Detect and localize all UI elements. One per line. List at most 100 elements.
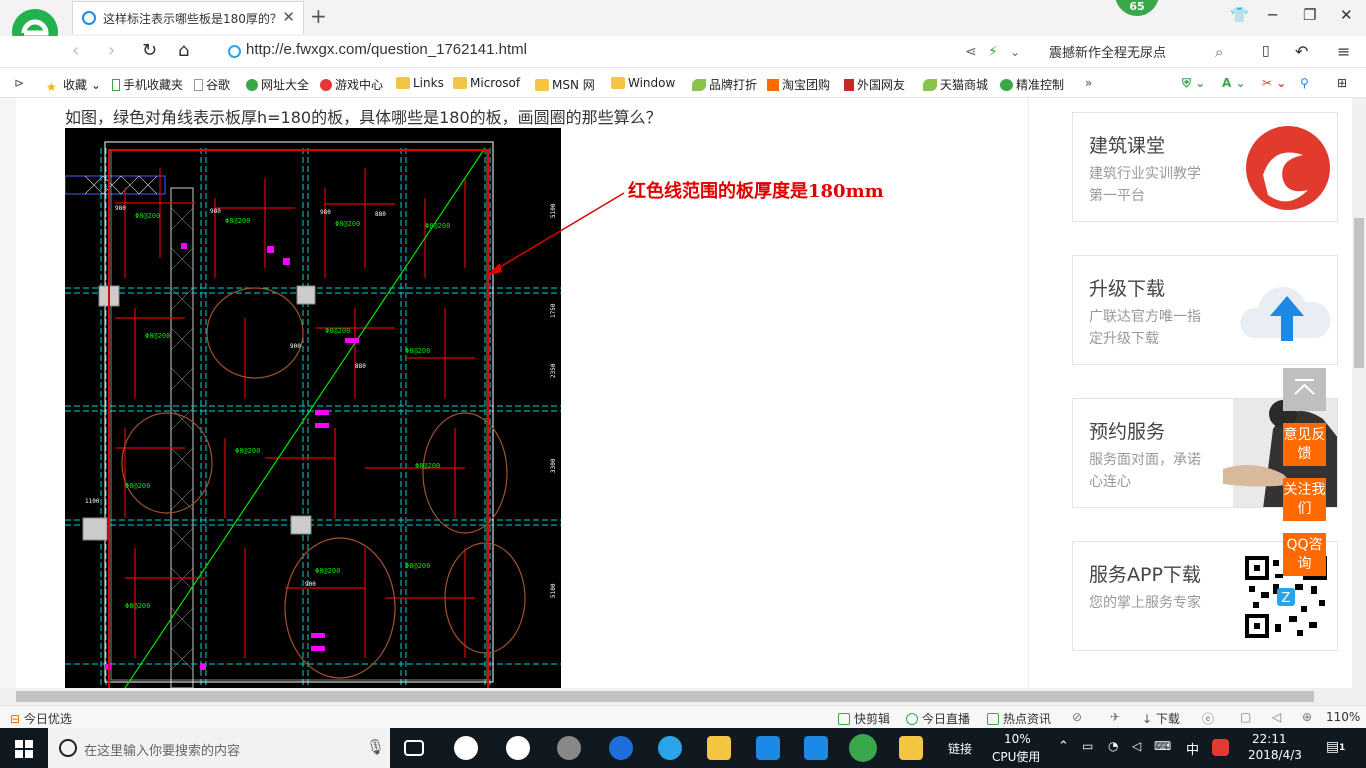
internet-explorer-icon[interactable] [658, 736, 682, 760]
bookmark-item[interactable]: 精准控制 [1000, 76, 1064, 93]
search-suggestion[interactable]: 震撼新作全程无尿点 [1049, 42, 1166, 61]
live-today-item[interactable]: 今日直播 [906, 710, 970, 727]
card-subtitle: 您的掌上服务专家 [1089, 595, 1201, 611]
active-browser-icon[interactable] [849, 734, 877, 762]
scissors-icon[interactable]: ✂ ⌄ [1262, 76, 1286, 90]
notification-count: 1 [1339, 743, 1346, 753]
url-field[interactable]: http://e.fwxgx.com/question_1762141.html [246, 41, 527, 58]
close-window-button[interactable]: ✕ [1340, 6, 1353, 24]
bookmark-item[interactable]: Window [611, 76, 675, 90]
horizontal-scroll-thumb[interactable] [16, 691, 1314, 702]
globe-icon [246, 79, 258, 91]
keyboard-icon[interactable]: ⌨ [1154, 739, 1171, 753]
vertical-scroll-thumb[interactable] [1354, 218, 1364, 368]
chevron-up-icon[interactable]: ⌃ [1058, 739, 1069, 754]
tab-favicon-icon [82, 11, 96, 25]
notification-badge[interactable]: 65 [1115, 0, 1159, 16]
ime-indicator[interactable]: 中 [1186, 739, 1199, 758]
windows-start-icon[interactable] [15, 740, 33, 758]
home-icon[interactable]: ⌂ [178, 40, 189, 61]
window-icon[interactable]: ▢ [1240, 710, 1251, 724]
clock-time[interactable]: 22:11 [1252, 732, 1287, 746]
more-bookmarks-icon[interactable]: » [1085, 76, 1092, 90]
brand-logo-icon [1246, 126, 1330, 210]
feedback-button[interactable]: 意见反馈 [1283, 423, 1326, 466]
bookmark-item[interactable]: 淘宝团购 [767, 76, 830, 93]
downloads-item[interactable]: ↓ 下载 [1142, 710, 1180, 727]
sogou-ime-icon[interactable] [1212, 739, 1229, 756]
wechat-icon [1000, 79, 1013, 91]
lightning-icon[interactable]: ⚡ [988, 44, 998, 60]
translate-icon[interactable]: A ⌄ [1222, 76, 1246, 90]
sidebar-toggle-icon[interactable]: ⊳ [14, 76, 24, 90]
forward-icon[interactable]: › [108, 40, 115, 61]
action-center-icon[interactable]: ▤ [1326, 739, 1339, 755]
quick-edit-item[interactable]: 快剪辑 [838, 710, 890, 727]
horizontal-scrollbar[interactable] [0, 688, 1352, 705]
clock-date[interactable]: 2018/4/3 [1248, 748, 1302, 762]
active-tab[interactable]: 这样标注表示哪些板是180厚的？ ✕ [72, 1, 304, 34]
undo-icon[interactable]: ↶ [1295, 42, 1308, 61]
bookmark-item[interactable]: MSN 网 [535, 76, 595, 93]
speaker-icon[interactable]: ◁ [1132, 739, 1141, 753]
phone-icon [112, 79, 120, 91]
edge-icon[interactable] [609, 736, 633, 760]
battery-icon[interactable]: ▭ [1082, 739, 1093, 753]
status-bar: ⊟ 今日优选 快剪辑 今日直播 热点资讯 ⊘ ✈ ↓ 下载 ⓔ ▢ ◁ ⊕ 11… [0, 705, 1366, 728]
bookmark-item[interactable]: 手机收藏夹 [112, 76, 183, 93]
zoom-level[interactable]: 110% [1326, 710, 1360, 724]
chevron-down-icon[interactable]: ⌄ [1010, 45, 1020, 59]
site-security-icon[interactable] [228, 45, 241, 58]
card-title: 升级下载 [1089, 278, 1166, 300]
follow-us-button[interactable]: 关注我们 [1283, 478, 1326, 521]
wifi-icon[interactable]: ◔ [1108, 739, 1118, 753]
daily-picks-item[interactable]: ⊟ 今日优选 [10, 710, 72, 727]
microphone-icon[interactable]: 🎙 [366, 738, 385, 756]
back-to-top-button[interactable] [1283, 368, 1326, 411]
bookmark-item[interactable]: Links [396, 76, 444, 90]
restore-button[interactable]: ❐ [1303, 6, 1316, 24]
taskbar-search-box[interactable]: 在这里输入你要搜索的内容 🎙 [48, 728, 390, 768]
search-icon[interactable]: ⌕ [1215, 43, 1223, 61]
new-tab-button[interactable]: + [310, 4, 327, 28]
shield-icon[interactable]: ⛨ ⌄ [1182, 76, 1205, 91]
pinwheel-app-icon[interactable] [454, 736, 478, 760]
speed-icon[interactable]: ⊘ [1072, 710, 1082, 724]
bookmark-item[interactable]: 天猫商城 [923, 76, 988, 93]
bookmark-item[interactable]: 品牌打折 [692, 76, 757, 93]
vertical-scrollbar[interactable] [1352, 98, 1366, 706]
links-toolbar-label[interactable]: 链接 [948, 740, 972, 757]
share-icon[interactable]: ⋖ [965, 44, 977, 60]
file-explorer-icon[interactable] [707, 736, 731, 760]
pin-icon[interactable]: ✈ [1110, 710, 1120, 724]
shirt-skin-icon[interactable]: 👕 [1230, 6, 1249, 24]
mobile-icon[interactable]: ▯ [1262, 43, 1270, 59]
browser-e-icon[interactable] [506, 736, 530, 760]
card-upgrade-download[interactable]: 升级下载 广联达官方唯一指定升级下载 [1072, 255, 1338, 365]
bookmark-item[interactable]: ★ 收藏 ⌄ [46, 76, 101, 94]
ie-mode-icon[interactable]: ⓔ [1202, 710, 1214, 727]
glodon-app-icon[interactable] [756, 736, 780, 760]
zoom-icon[interactable]: ⊕ [1302, 710, 1312, 724]
bookmark-item[interactable]: Microsof [453, 76, 520, 90]
bookmark-item[interactable]: 外国网友 [844, 76, 905, 93]
notes-app-icon[interactable] [899, 736, 923, 760]
task-view-icon[interactable] [404, 740, 424, 756]
bookmarks-bar: ⊳ ★ 收藏 ⌄ 手机收藏夹 谷歌 网址大全 游戏中心 Links Microso… [0, 68, 1366, 98]
card-architecture-class[interactable]: 建筑课堂 建筑行业实训教学第一平台 [1072, 112, 1338, 222]
magnifier-icon[interactable]: ⚲ [1300, 76, 1309, 90]
transfer-app-icon[interactable] [804, 736, 828, 760]
chrome-like-icon[interactable] [557, 736, 581, 760]
volume-icon[interactable]: ◁ [1272, 710, 1281, 724]
menu-icon[interactable]: ≡ [1337, 42, 1350, 61]
bookmark-item[interactable]: 网址大全 [246, 76, 309, 93]
back-icon[interactable]: ‹ [72, 40, 79, 61]
apps-grid-icon[interactable]: ⊞ [1337, 76, 1347, 90]
qq-consult-button[interactable]: QQ咨询 [1283, 533, 1326, 576]
hot-news-item[interactable]: 热点资讯 [987, 710, 1051, 727]
bookmark-item[interactable]: 游戏中心 [320, 76, 383, 93]
bookmark-item[interactable]: 谷歌 [194, 76, 230, 93]
minimize-button[interactable]: ─ [1268, 6, 1277, 24]
close-tab-icon[interactable]: ✕ [282, 8, 295, 26]
refresh-icon[interactable]: ↻ [142, 40, 157, 61]
